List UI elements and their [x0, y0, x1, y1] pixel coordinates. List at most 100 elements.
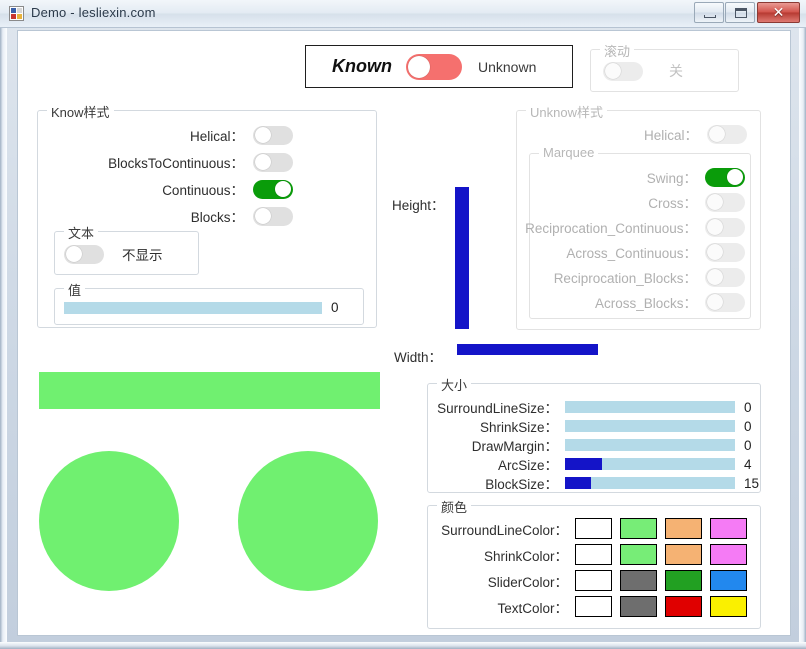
color-swatch[interactable] — [665, 518, 702, 539]
toggle-knob — [707, 294, 723, 310]
blocks-toggle[interactable] — [253, 206, 293, 226]
color-swatch[interactable] — [665, 544, 702, 565]
color-swatch[interactable] — [575, 544, 612, 565]
color-swatch[interactable] — [710, 518, 747, 539]
unknow-row-helical: Helical： — [525, 124, 747, 144]
color-swatch[interactable] — [620, 570, 657, 591]
size-row-value: 0 — [744, 437, 752, 453]
size-row-label: ShrinkSize： — [479, 420, 558, 435]
color-group-legend: 颜色 — [437, 497, 472, 516]
marquee-row-swing: Swing： — [533, 167, 745, 187]
toggle-knob — [255, 154, 271, 170]
value-slider-value: 0 — [331, 300, 339, 315]
known-unknown-switch-box[interactable]: Known Unknown — [305, 45, 573, 88]
unknow-helical-toggle[interactable] — [707, 124, 747, 144]
watermark: DotNet开发跳槽 — [574, 635, 791, 636]
size-row-surroundlinesize: SurroundLineSize： 0 — [428, 397, 762, 417]
width-bar[interactable] — [457, 344, 598, 355]
height-bar[interactable] — [455, 187, 469, 329]
reciprocation-blocks-toggle[interactable] — [705, 267, 745, 287]
unknow-style-group: Unknow样式 Helical： Marquee Swing： Cross： — [516, 102, 761, 330]
toggle-knob — [605, 63, 621, 79]
scroll-state-label: 关 — [669, 63, 683, 79]
blocksize-slider[interactable] — [565, 477, 735, 489]
color-swatch[interactable] — [620, 518, 657, 539]
color-row-shrinkcolor: ShrinkColor： — [428, 544, 762, 565]
unknow-row-label: Helical： — [643, 128, 698, 143]
color-row-textcolor: TextColor： — [428, 596, 762, 617]
drawmargin-slider[interactable] — [565, 439, 735, 451]
color-row-label: SurroundLineColor： — [441, 522, 568, 538]
color-row-slidercolor: SliderColor： — [428, 570, 762, 591]
maximize-button[interactable] — [725, 2, 755, 23]
know-row-label: BlocksToContinuous： — [108, 156, 244, 171]
preview-circle-1 — [39, 451, 179, 591]
height-label: Height： — [392, 198, 445, 213]
size-row-arcsize: ArcSize： 4 — [428, 454, 762, 474]
size-row-label: ArcSize： — [497, 458, 558, 473]
color-swatch[interactable] — [575, 570, 612, 591]
toggle-knob — [255, 208, 271, 224]
marquee-row-label: Cross： — [648, 196, 697, 211]
unknown-label: Unknown — [478, 58, 537, 75]
known-label: Known — [332, 56, 392, 76]
size-row-drawmargin: DrawMargin： 0 — [428, 435, 762, 455]
know-row-continuous: Continuous： — [48, 179, 293, 199]
size-row-value: 0 — [744, 399, 752, 415]
reciprocation-continuous-toggle[interactable] — [705, 217, 745, 237]
know-style-group: Know样式 Helical： BlocksToContinuous： Cont… — [37, 102, 377, 328]
size-row-value: 15 — [744, 475, 760, 491]
marquee-row-across-blocks: Across_Blocks： — [533, 292, 745, 312]
text-display-row: 不显示 — [64, 244, 163, 264]
shrinksize-slider[interactable] — [565, 420, 735, 432]
color-group: 颜色 SurroundLineColor： ShrinkColor： Slide… — [427, 497, 762, 629]
blockstocontinuous-toggle[interactable] — [253, 152, 293, 172]
window-frame-bottom — [0, 642, 806, 649]
size-group: 大小 SurroundLineSize： 0 ShrinkSize： 0 Dra… — [427, 375, 762, 493]
cross-toggle[interactable] — [705, 192, 745, 212]
size-row-label: DrawMargin： — [471, 439, 558, 454]
unknow-style-group-legend: Unknow样式 — [526, 102, 607, 121]
color-swatch[interactable] — [710, 570, 747, 591]
size-row-shrinksize: ShrinkSize： 0 — [428, 416, 762, 436]
size-row-label: BlockSize： — [485, 477, 558, 492]
swing-toggle[interactable] — [705, 167, 745, 187]
color-swatch[interactable] — [575, 596, 612, 617]
text-display-group-legend: 文本 — [64, 223, 99, 242]
know-row-label: Continuous： — [162, 183, 244, 198]
known-unknown-toggle[interactable] — [406, 53, 462, 80]
marquee-row-across-continuous: Across_Continuous： — [533, 242, 745, 262]
color-swatch[interactable] — [665, 596, 702, 617]
marquee-row-label: Swing： — [646, 171, 697, 186]
app-icon — [9, 6, 24, 21]
value-slider[interactable] — [64, 301, 322, 314]
scroll-toggle[interactable] — [603, 61, 643, 81]
toggle-knob — [707, 244, 723, 260]
close-button[interactable]: ✕ — [757, 2, 800, 23]
across-blocks-toggle[interactable] — [705, 292, 745, 312]
title-bar[interactable]: Demo - lesliexin.com ✕ — [0, 0, 806, 28]
arcsize-slider[interactable] — [565, 458, 735, 470]
toggle-knob — [275, 181, 291, 197]
marquee-group-legend: Marquee — [539, 145, 599, 160]
minimize-button[interactable] — [694, 2, 724, 23]
close-icon: ✕ — [772, 4, 785, 20]
helical-toggle[interactable] — [253, 125, 293, 145]
surroundlinesize-slider[interactable] — [565, 401, 735, 413]
width-label: Width： — [394, 350, 443, 365]
text-display-toggle[interactable] — [64, 244, 104, 264]
color-swatch[interactable] — [620, 596, 657, 617]
color-swatch[interactable] — [710, 596, 747, 617]
scroll-group-legend: 滚动 — [600, 41, 635, 60]
color-swatch[interactable] — [575, 518, 612, 539]
value-slider-row: 0 — [64, 300, 349, 315]
color-swatch[interactable] — [710, 544, 747, 565]
color-swatch[interactable] — [665, 570, 702, 591]
maximize-icon — [735, 8, 747, 18]
across-continuous-toggle[interactable] — [705, 242, 745, 262]
continuous-toggle[interactable] — [253, 179, 293, 199]
application-window: Demo - lesliexin.com ✕ Known Unknown 滚动 — [0, 0, 806, 649]
color-swatch[interactable] — [620, 544, 657, 565]
know-style-group-legend: Know样式 — [47, 102, 114, 121]
toggle-knob — [707, 194, 723, 210]
